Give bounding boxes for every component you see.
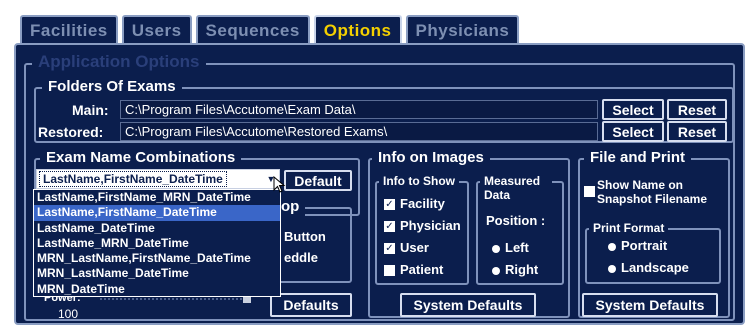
folders-title: Folders Of Exams [42, 78, 182, 96]
facility-checkbox[interactable]: ✓ [384, 199, 395, 210]
landscape-radio[interactable] [608, 265, 616, 273]
main-folder-label: Main: [72, 102, 109, 118]
landscape-label: Landscape [621, 260, 689, 275]
dropdown-option-highlighted[interactable]: LastName,FirstName_DateTime [34, 205, 280, 221]
info-to-show-title: Info to Show [379, 174, 459, 189]
dropdown-option[interactable]: MRN_DateTime [34, 282, 280, 297]
file-print-title: File and Print [584, 149, 692, 167]
exam-name-title: Exam Name Combinations [40, 149, 242, 167]
main-select-button[interactable]: Select [602, 99, 664, 120]
right-radio[interactable] [492, 267, 500, 275]
portrait-label: Portrait [621, 238, 668, 253]
print-format-title: Print Format [589, 221, 669, 236]
tab-sequences[interactable]: Sequences [195, 15, 310, 45]
options-window: Facilities Users Sequences Options Physi… [0, 0, 751, 327]
info-system-defaults-button[interactable]: System Defaults [400, 293, 536, 317]
tab-users[interactable]: Users [121, 15, 192, 45]
restored-select-button[interactable]: Select [602, 121, 664, 142]
show-name-checkbox[interactable] [584, 186, 595, 197]
exam-name-combo-value: LastName,FirstName_DateTime [39, 171, 227, 187]
user-label: User [400, 240, 429, 255]
right-radio-label: Right [505, 262, 539, 277]
file-system-defaults-button[interactable]: System Defaults [582, 293, 718, 317]
main-folder-field[interactable]: C:\Program Files\Accutome\Exam Data\ [120, 100, 598, 119]
application-options-title: Application Options [32, 53, 206, 71]
hidden-line-2: eddle [284, 250, 318, 265]
restored-folder-field[interactable]: C:\Program Files\Accutome\Restored Exams… [120, 122, 598, 141]
dropdown-option[interactable]: LastName_DateTime [34, 221, 280, 236]
restored-reset-button[interactable]: Reset [667, 121, 727, 142]
show-name-label: Show Name on Snapshot Filename [597, 178, 708, 206]
patient-label: Patient [400, 262, 444, 277]
exam-name-combo[interactable]: LastName,FirstName_DateTime ▼ [36, 169, 280, 189]
facility-label: Facility [400, 196, 445, 211]
patient-checkbox[interactable] [384, 265, 395, 276]
exam-name-dropdown: LastName,FirstName_MRN_DateTime LastName… [33, 189, 281, 297]
left-radio[interactable] [492, 245, 500, 253]
dropdown-option[interactable]: LastName,FirstName_MRN_DateTime [34, 190, 280, 205]
left-radio-label: Left [505, 240, 529, 255]
print-format-group: Print Format [585, 221, 721, 284]
hidden-line-1: Button [284, 229, 326, 244]
dropdown-option[interactable]: MRN_LastName,FirstName_DateTime [34, 251, 280, 266]
dropdown-option[interactable]: LastName_MRN_DateTime [34, 236, 280, 251]
portrait-radio[interactable] [608, 243, 616, 251]
tab-options[interactable]: Options [313, 15, 402, 45]
default-button[interactable]: Default [284, 170, 352, 191]
dropdown-option[interactable]: MRN_LastName_DateTime [34, 266, 280, 281]
tab-physicians[interactable]: Physicians [405, 15, 520, 45]
main-reset-button[interactable]: Reset [667, 99, 727, 120]
tab-facilities[interactable]: Facilities [20, 15, 118, 45]
power-slider-track[interactable] [100, 298, 250, 301]
info-images-title: Info on Images [372, 149, 490, 167]
physician-label: Physician [400, 218, 461, 233]
power-value: 100 [58, 307, 79, 321]
physician-checkbox[interactable]: ✓ [384, 221, 395, 232]
restored-folder-label: Restored: [38, 124, 104, 140]
tab-bar: Facilities Users Sequences Options Physi… [20, 15, 520, 45]
position-label: Position : [486, 213, 546, 228]
defaults-button[interactable]: Defaults [270, 293, 352, 317]
user-checkbox[interactable]: ✓ [384, 243, 395, 254]
mouse-pointer-icon [273, 176, 286, 193]
measured-data-title: Measured Data [480, 174, 552, 202]
